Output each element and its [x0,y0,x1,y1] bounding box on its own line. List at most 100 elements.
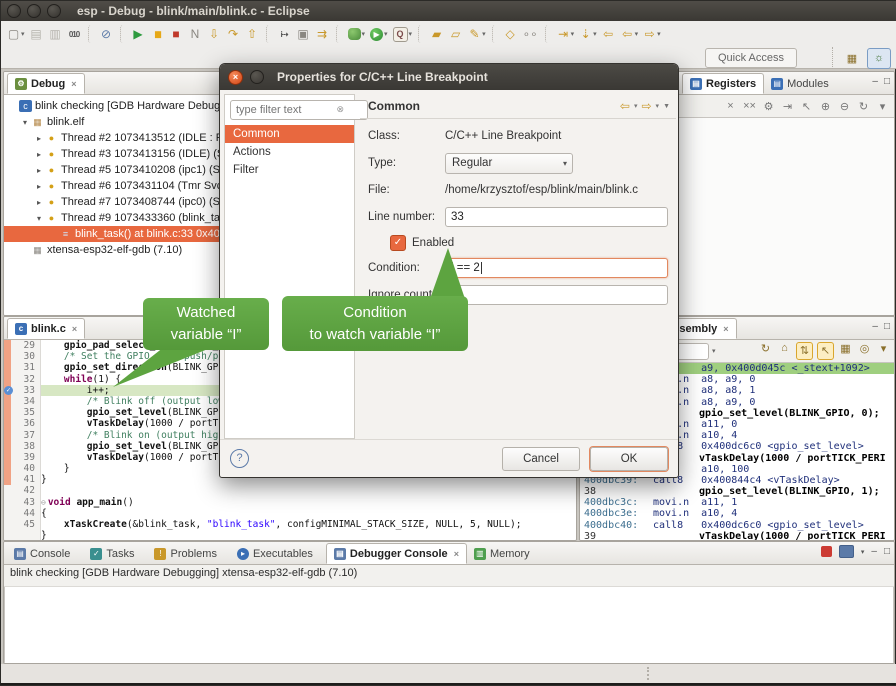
code-text[interactable]: } [41,530,576,541]
line-number[interactable]: 38 [11,441,41,452]
line-number[interactable]: 39 [11,452,41,463]
toolbar-icon[interactable]: 010 [66,24,84,44]
code-line[interactable]: 43 void app_main() [4,497,576,508]
tab-registers-modules[interactable]: ▤ Registers [682,73,764,94]
registers-toolbar-icon[interactable]: ⚙ [761,100,776,113]
clear-filter-icon[interactable]: ⊗ [336,104,344,115]
quick-access-button[interactable]: Quick Access [705,48,797,68]
minimize-icon[interactable]: – [871,546,877,557]
disassembly-toolbar-icon[interactable]: ▾ [876,342,891,360]
toolbar-icon[interactable]: ▰ [428,24,446,44]
toolbar-icon[interactable]: ▶ [130,24,148,44]
toolbar-icon[interactable]: ∘∘ [521,24,541,44]
line-number[interactable]: 34 [11,396,41,407]
toolbar-icon[interactable]: ⇦▾ [619,24,641,44]
line-number[interactable]: 45 [11,519,41,530]
disassembly-line[interactable]: 400dbc3c: movi.n a11, 1 [584,497,894,508]
line-number[interactable]: 37 [11,430,41,441]
expander-icon[interactable]: ▸ [34,150,44,159]
window-close-icon[interactable] [7,4,21,18]
code-text[interactable] [41,485,576,496]
registers-toolbar-icon[interactable]: ↻ [856,100,871,113]
toolbar-icon[interactable]: ⇉ [314,24,332,44]
toolbar-icon[interactable]: i⇢ [276,24,294,44]
enabled-checkbox[interactable]: ✓ [390,235,406,251]
console-tab[interactable]: ▸ Executables [230,543,326,564]
line-number[interactable] [11,530,41,541]
line-number[interactable]: 43 [11,497,41,508]
expander-icon[interactable]: ▾ [34,214,44,223]
toolbar-icon[interactable]: ✎▾ [466,24,488,44]
minimize-icon[interactable]: – [872,321,878,332]
close-icon[interactable]: × [723,324,728,334]
toolbar-icon[interactable]: ⇩ [206,24,224,44]
toolbar-icon[interactable] [88,25,94,43]
line-number[interactable]: 29 [11,340,41,351]
tab-debug[interactable]: ⚙ Debug × [7,73,85,94]
ignore-count-input[interactable]: 0 [445,285,668,305]
forward-dropdown-icon[interactable]: ▾ [656,102,660,110]
type-select[interactable]: Regular ▾ [445,153,573,174]
console-tab[interactable]: ! Problems [147,543,229,564]
code-line[interactable]: 44 { [4,508,576,519]
disassembly-line[interactable]: 400dbc40: call8 0x400dc6c0 <gpio_set_lev… [584,520,894,531]
toolbar-icon[interactable]: ⇦ [600,24,618,44]
toolbar-icon[interactable]: ↷ [225,24,243,44]
registers-toolbar-icon[interactable]: ⊕ [818,100,833,113]
window-minimize-icon[interactable] [27,4,41,18]
registers-toolbar-icon[interactable]: ▾ [875,100,890,113]
toolbar-icon[interactable] [266,25,272,43]
tab-blink-c[interactable]: c blink.c × [7,318,85,339]
console-tab[interactable]: ▥ Memory [467,543,543,564]
toolbar-icon[interactable] [336,25,342,43]
registers-toolbar-icon[interactable]: ↖ [799,100,814,113]
toolbar-icon[interactable]: ▣ [295,24,313,44]
code-text[interactable]: xTaskCreate(&blink_task, "blink_task", c… [41,519,576,530]
forward-icon[interactable]: ⇨ [641,99,651,113]
code-text[interactable]: { [41,508,576,519]
console-tab[interactable]: ✓ Tasks [83,543,147,564]
disassembly-toolbar-icon[interactable]: ↻ [758,342,773,360]
disassembly-toolbar-icon[interactable]: ↖ [817,342,834,360]
dialog-minimize-icon[interactable] [250,70,264,84]
expander-icon[interactable]: ▸ [34,134,44,143]
toolbar-icon[interactable]: ▱ [447,24,465,44]
registers-toolbar-icon[interactable]: ×× [742,100,757,112]
code-line[interactable]: 45 xTaskCreate(&blink_task, "blink_task"… [4,519,576,530]
tab-registers-modules[interactable]: ▤ Modules [764,73,836,94]
help-button[interactable]: ? [230,449,249,468]
toolbar-icon[interactable]: ⇥▾ [555,24,577,44]
registers-toolbar-icon[interactable]: ⊖ [837,100,852,113]
console-tab[interactable]: ▤ Debugger Console × [326,543,467,564]
toolbar-icon[interactable]: Q▾ [391,24,415,44]
toolbar-icon[interactable] [545,25,551,43]
cancel-button[interactable]: Cancel [502,447,580,471]
toolbar-icon[interactable]: ■ [168,24,186,44]
minimize-icon[interactable]: – [872,76,878,87]
toolbar-icon[interactable]: ⇣▾ [577,24,599,44]
code-line[interactable]: 42 [4,485,576,496]
close-icon[interactable]: × [454,549,459,559]
line-number[interactable]: 33 [11,385,41,396]
line-number[interactable]: 44 [11,508,41,519]
expander-icon[interactable]: ▸ [34,182,44,191]
toolbar-icon[interactable]: ⇨▾ [641,24,663,44]
line-number[interactable]: 31 [11,362,41,373]
console-tab[interactable]: ▤ Console [7,543,83,564]
disassembly-toolbar-icon[interactable]: ◎ [857,342,872,360]
toolbar-icon[interactable]: ▶▾ [368,24,390,44]
close-icon[interactable]: × [72,324,77,334]
filter-input[interactable] [230,100,368,120]
disassembly-line[interactable]: 39 vTaskDelay(1000 / portTICK_PERI [584,531,894,541]
toolbar-icon[interactable]: ⇧ [244,24,262,44]
perspective-icon[interactable]: ▦ [841,49,863,68]
window-maximize-icon[interactable] [47,4,61,18]
line-number[interactable]: 35 [11,407,41,418]
toolbar-icon[interactable] [492,25,498,43]
line-number[interactable]: 36 [11,418,41,429]
toolbar-icon[interactable]: ▮▮ [149,24,167,44]
code-text[interactable]: void app_main() [41,497,576,508]
dialog-nav-item[interactable]: Common [225,125,354,143]
dialog-close-icon[interactable]: × [228,70,243,85]
expander-icon[interactable]: ▸ [34,198,44,207]
